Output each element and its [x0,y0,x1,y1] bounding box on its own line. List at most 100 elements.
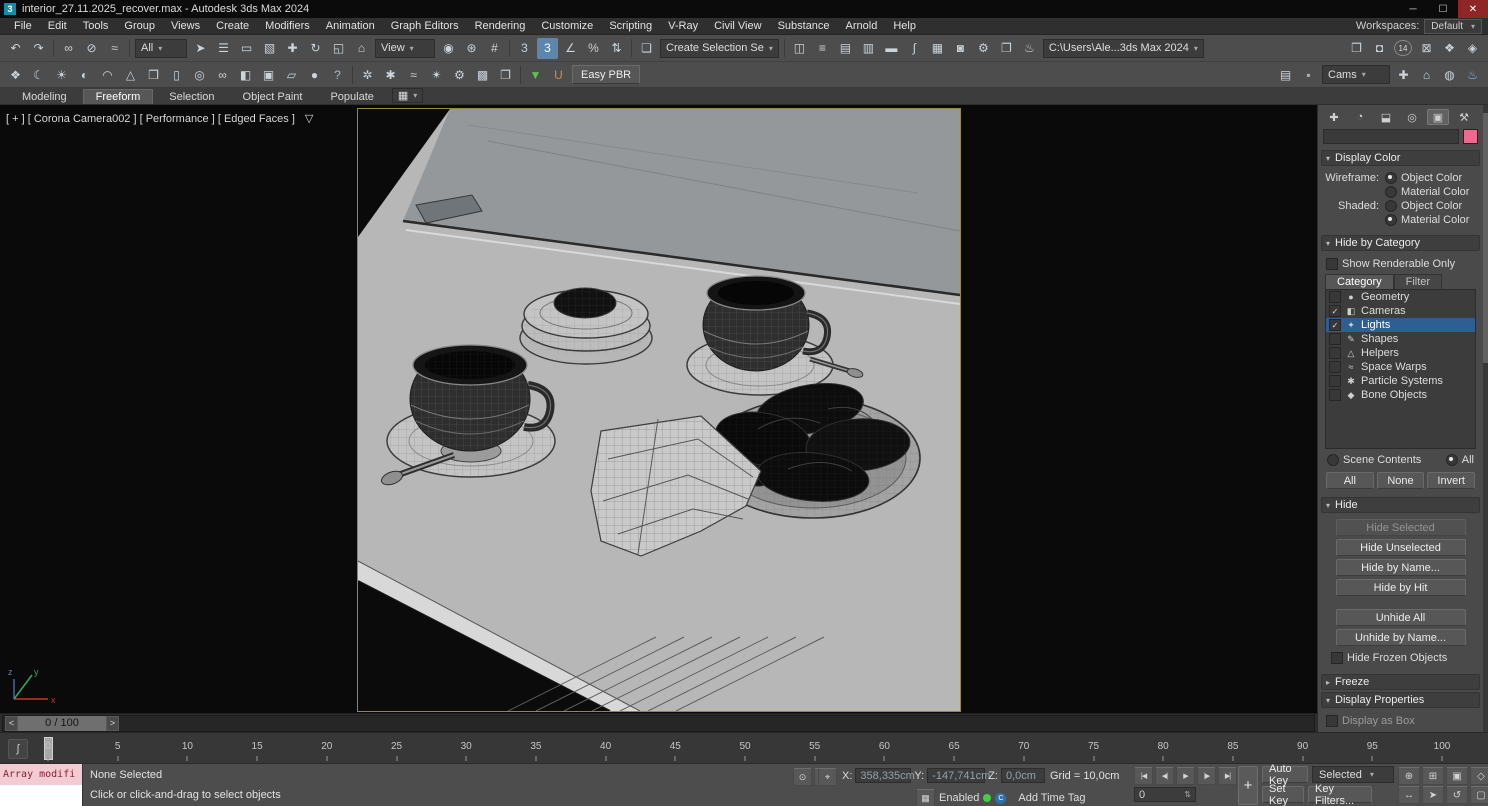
category-row-bone-objects[interactable]: ◆Bone Objects [1326,388,1475,402]
layer-manager-icon[interactable]: ▤ [1275,64,1296,85]
previous-frame-button[interactable]: ◀| [1155,767,1174,785]
z-coordinate-field[interactable]: 0,0cm [1001,768,1045,783]
category-row-particle-systems[interactable]: ✱Particle Systems [1326,374,1475,388]
hide-frozen-objects-checkbox[interactable]: Hide Frozen Objects [1331,652,1475,664]
select-object-icon[interactable]: ➤ [190,38,211,59]
plate-stack[interactable] [520,288,652,364]
schematic-view-icon[interactable]: ▦ [927,38,948,59]
freeze-header[interactable]: ▸ Freeze [1321,674,1480,690]
category-tab-category[interactable]: Category [1325,274,1394,289]
menu-views[interactable]: Views [163,20,208,32]
menu-v-ray[interactable]: V-Ray [660,20,706,32]
viewport-label[interactable]: [ + ] [ Corona Camera002 ] [ Performance… [6,112,313,125]
menu-edit[interactable]: Edit [40,20,75,32]
ribbon-tab-freeform[interactable]: Freeform [83,89,154,104]
motion-tab-icon[interactable]: ◎ [1401,109,1423,125]
category-row-geometry[interactable]: ●Geometry [1326,290,1475,304]
none-button[interactable]: None [1377,472,1425,489]
select-and-place-icon[interactable]: ⌂ [351,38,372,59]
field-of-view-icon[interactable]: ◇ [1470,767,1488,785]
radio-shaded-material-color[interactable]: Material Color [1385,214,1469,226]
wave-tool-icon[interactable]: ≈ [403,64,424,85]
display-tab-icon[interactable]: ▣ [1427,109,1449,125]
zoom-all-icon[interactable]: ⊞ [1422,767,1444,785]
radio-shaded-object-color[interactable]: Object Color [1385,200,1469,212]
window-crossing-toggle-icon[interactable]: ▧ [259,38,280,59]
listener-line[interactable] [0,785,82,806]
spinner-snap-icon[interactable]: ⇅ [606,38,627,59]
align-icon[interactable]: ≡ [812,38,833,59]
spinner-arrows-icon[interactable]: ⇅ [1184,790,1191,799]
particle-flow-icon[interactable]: ✱ [380,64,401,85]
tree-scatter-icon[interactable]: ✲ [357,64,378,85]
maxscript-mini-listener[interactable]: Array modifi [0,764,83,806]
snaps-toggle-3d-icon[interactable]: 3 [537,38,558,59]
walk-through-icon[interactable]: ➤ [1422,786,1444,804]
angle-snap-icon[interactable]: ∠ [560,38,581,59]
key-filters-button[interactable]: Key Filters... [1308,786,1372,803]
auto-key-button[interactable]: Auto Key [1262,766,1308,783]
hide-by-category-header[interactable]: ▾ Hide by Category [1321,235,1480,251]
mirror-icon[interactable]: ◫ [789,38,810,59]
utilities-tab-icon[interactable]: ⚒ [1453,109,1475,125]
select-and-scale-icon[interactable]: ◱ [328,38,349,59]
menu-rendering[interactable]: Rendering [467,20,534,32]
lock-ui-layout-icon[interactable]: ⊠ [1416,38,1437,59]
display-color-header[interactable]: ▾ Display Color [1321,150,1480,166]
time-slider-track[interactable]: < 0 / 100 > [2,715,1315,732]
layer-dropdown[interactable]: Cams▾ [1322,65,1390,84]
material-editor-icon[interactable]: ◙ [950,38,971,59]
workspaces-dropdown[interactable]: Default ▾ [1424,19,1482,34]
maximize-viewport-toggle-icon[interactable]: ▢ [1470,786,1488,804]
ribbon-tab-populate[interactable]: Populate [318,90,385,104]
maximize-button[interactable]: ☐ [1428,0,1458,18]
bind-tool-icon[interactable]: ∞ [212,64,233,85]
ribbon-config-dropdown[interactable]: ▦▾ [392,88,423,103]
menu-arnold[interactable]: Arnold [838,20,886,32]
go-to-end-button[interactable]: ▶| [1218,767,1237,785]
menu-help[interactable]: Help [885,20,924,32]
y-coordinate-field[interactable]: -147,741cm [927,768,985,783]
menu-civil-view[interactable]: Civil View [706,20,769,32]
ribbon-tab-selection[interactable]: Selection [157,90,226,104]
use-pivot-center-icon[interactable]: ◉ [438,38,459,59]
command-panel-scrollbar[interactable] [1483,105,1488,732]
percent-snap-icon[interactable]: % [583,38,604,59]
x-coordinate-field[interactable]: 358,335cm [855,768,911,783]
scrollbar-thumb[interactable] [1483,113,1488,363]
camera-viewport[interactable] [357,108,961,712]
measure-tool-icon[interactable]: △ [120,64,141,85]
category-row-space-warps[interactable]: ≈Space Warps [1326,360,1475,374]
category-row-helpers[interactable]: △Helpers [1326,346,1475,360]
add-time-tag-button[interactable]: Add Time Tag [1018,792,1085,804]
show-renderable-only-checkbox[interactable]: Show Renderable Only [1326,258,1475,270]
menu-graph-editors[interactable]: Graph Editors [383,20,467,32]
category-row-cameras[interactable]: ◧Cameras [1326,304,1475,318]
hide-by-name-button[interactable]: Hide by Name... [1336,559,1466,576]
monitor-tool-icon[interactable]: ▣ [258,64,279,85]
unhide-all-button[interactable]: Unhide All [1336,609,1466,626]
moon-icon[interactable]: ☾ [28,64,49,85]
radio-all[interactable]: All [1446,454,1474,466]
snaps-toggle-2d-icon[interactable]: 3 [514,38,535,59]
notifications-icon[interactable]: ◈ [1462,38,1483,59]
object-name-field[interactable] [1323,129,1459,144]
category-row-lights[interactable]: ✦Lights [1326,318,1475,332]
menu-substance[interactable]: Substance [770,20,838,32]
zoom-icon[interactable]: ⊕ [1398,767,1420,785]
hide-selected-button[interactable]: Hide Selected [1336,519,1466,536]
ribbon-tab-modeling[interactable]: Modeling [10,90,79,104]
toolbar-badge-14[interactable]: 14 [1394,40,1412,56]
undo-icon[interactable]: ↶ [5,38,26,59]
play-animation-button[interactable]: ▶ [1176,767,1195,785]
menu-scripting[interactable]: Scripting [601,20,660,32]
hide-unselected-button[interactable]: Hide Unselected [1336,539,1466,556]
hide-header[interactable]: ▾ Hide [1321,497,1480,513]
select-and-rotate-icon[interactable]: ↻ [305,38,326,59]
unhide-by-name-button[interactable]: Unhide by Name... [1336,629,1466,646]
time-slider-handle[interactable]: 0 / 100 [18,716,106,731]
select-and-link-icon[interactable]: ∞ [58,38,79,59]
workspace-icon[interactable]: ❖ [1439,38,1460,59]
gear-tool-icon[interactable]: ⚙ [449,64,470,85]
add-layer-icon[interactable]: ✚ [1393,64,1414,85]
